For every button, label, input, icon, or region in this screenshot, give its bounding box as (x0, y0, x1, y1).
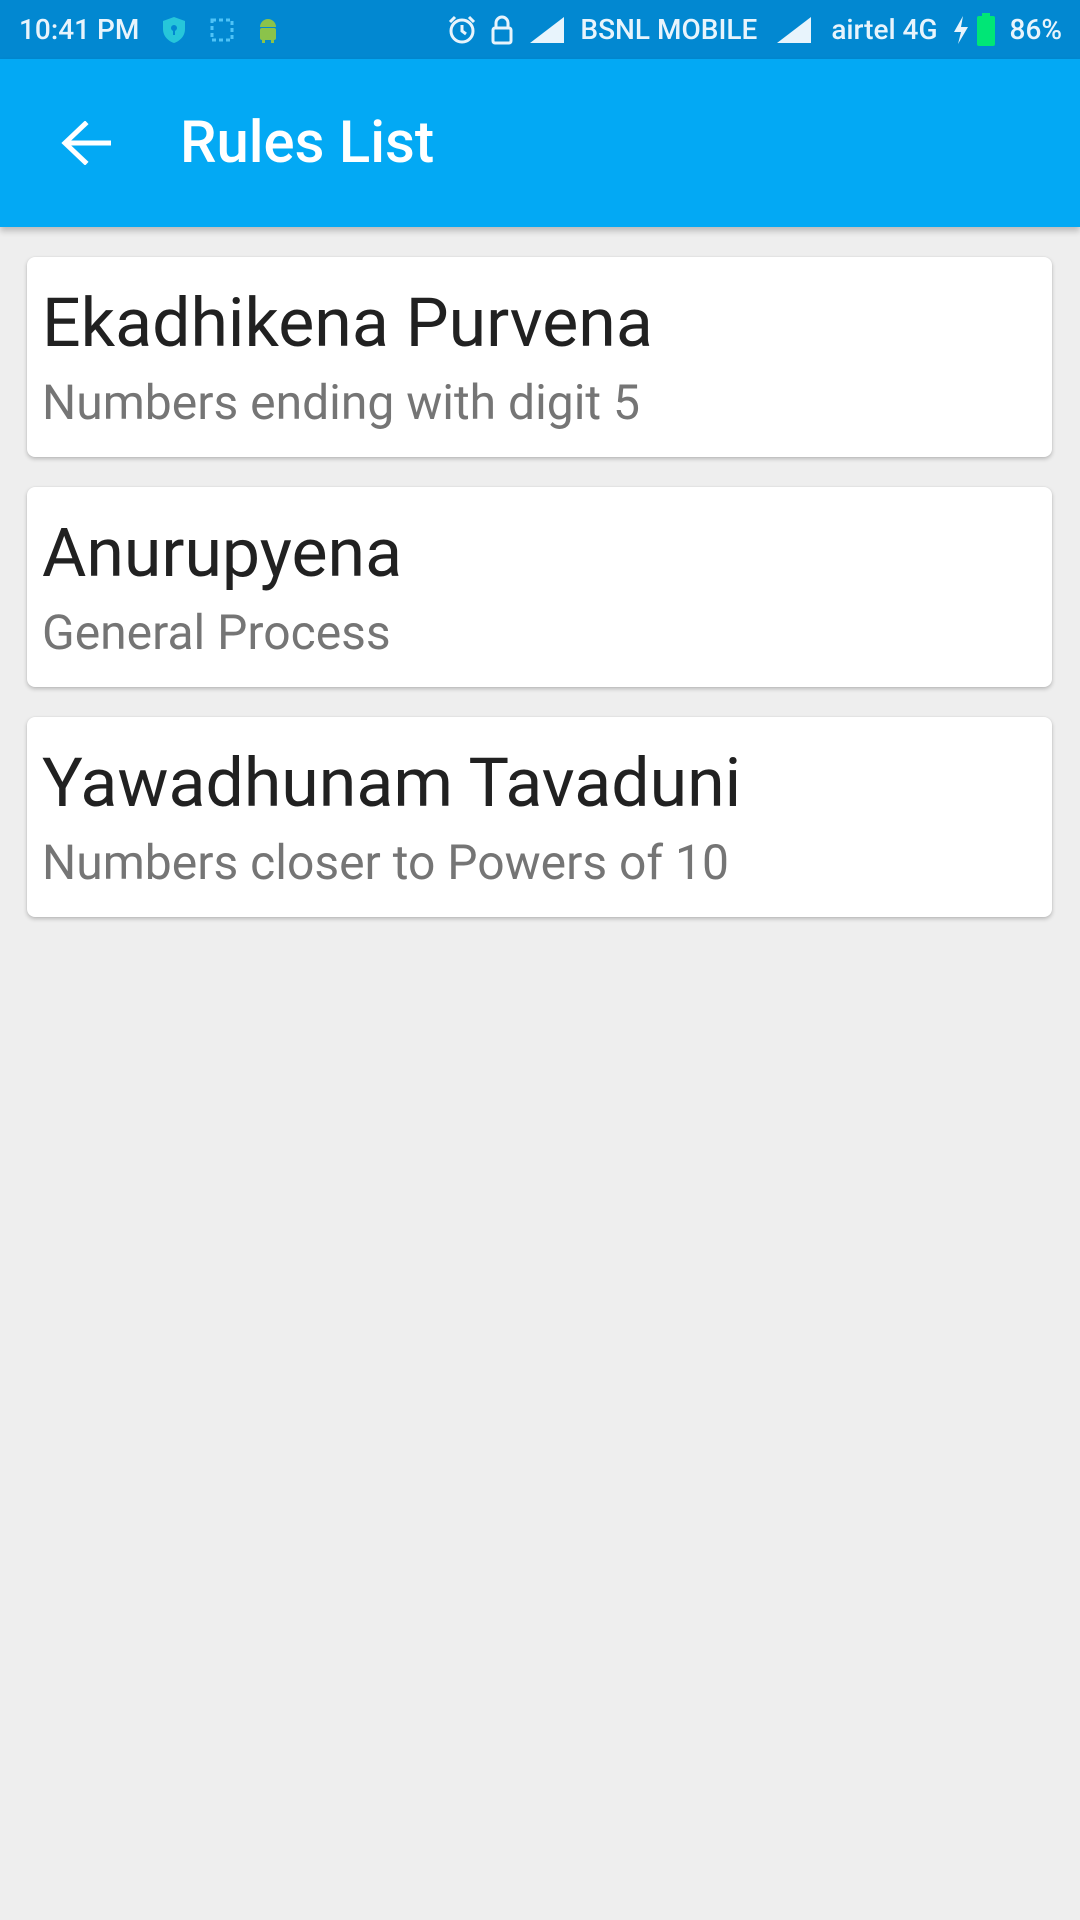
back-button[interactable] (44, 101, 128, 185)
rule-title: Ekadhikena Purvena (42, 283, 653, 363)
lock-icon (490, 14, 514, 46)
rule-card-ekadhikena-purvena[interactable]: Ekadhikena Purvena Numbers ending with d… (27, 257, 1052, 457)
app-bar: Rules List (0, 59, 1080, 227)
signal-icon (528, 15, 566, 45)
status-bar-left: 10:41 PM (19, 0, 279, 59)
status-bar-right: BSNL MOBILE airtel 4G 86% (446, 0, 1062, 59)
screenshot-icon (209, 17, 235, 43)
battery-level: 86% (1009, 13, 1062, 46)
alarm-icon (446, 14, 478, 46)
signal-icon (775, 15, 813, 45)
status-bar: 10:41 PM BSNL MOBILE airtel 4G 86% (0, 0, 1080, 59)
android-icon (257, 16, 279, 44)
status-time: 10:41 PM (19, 13, 140, 46)
page-title: Rules List (180, 109, 435, 177)
carrier-1: BSNL MOBILE (580, 13, 758, 46)
rule-title: Anurupyena (42, 513, 403, 593)
battery-icon (976, 12, 996, 47)
rule-card-anurupyena[interactable]: Anurupyena General Process (27, 487, 1052, 687)
rule-subtitle: General Process (42, 604, 391, 661)
rule-subtitle: Numbers ending with digit 5 (42, 374, 640, 431)
rule-subtitle: Numbers closer to Powers of 10 (42, 834, 729, 891)
charging-icon (952, 15, 970, 45)
rule-card-yawadhunam-tavaduni[interactable]: Yawadhunam Tavaduni Numbers closer to Po… (27, 717, 1052, 917)
carrier-2: airtel 4G (831, 13, 938, 46)
arrow-left-icon (61, 121, 111, 165)
shield-icon (161, 16, 187, 44)
rule-title: Yawadhunam Tavaduni (42, 743, 742, 823)
